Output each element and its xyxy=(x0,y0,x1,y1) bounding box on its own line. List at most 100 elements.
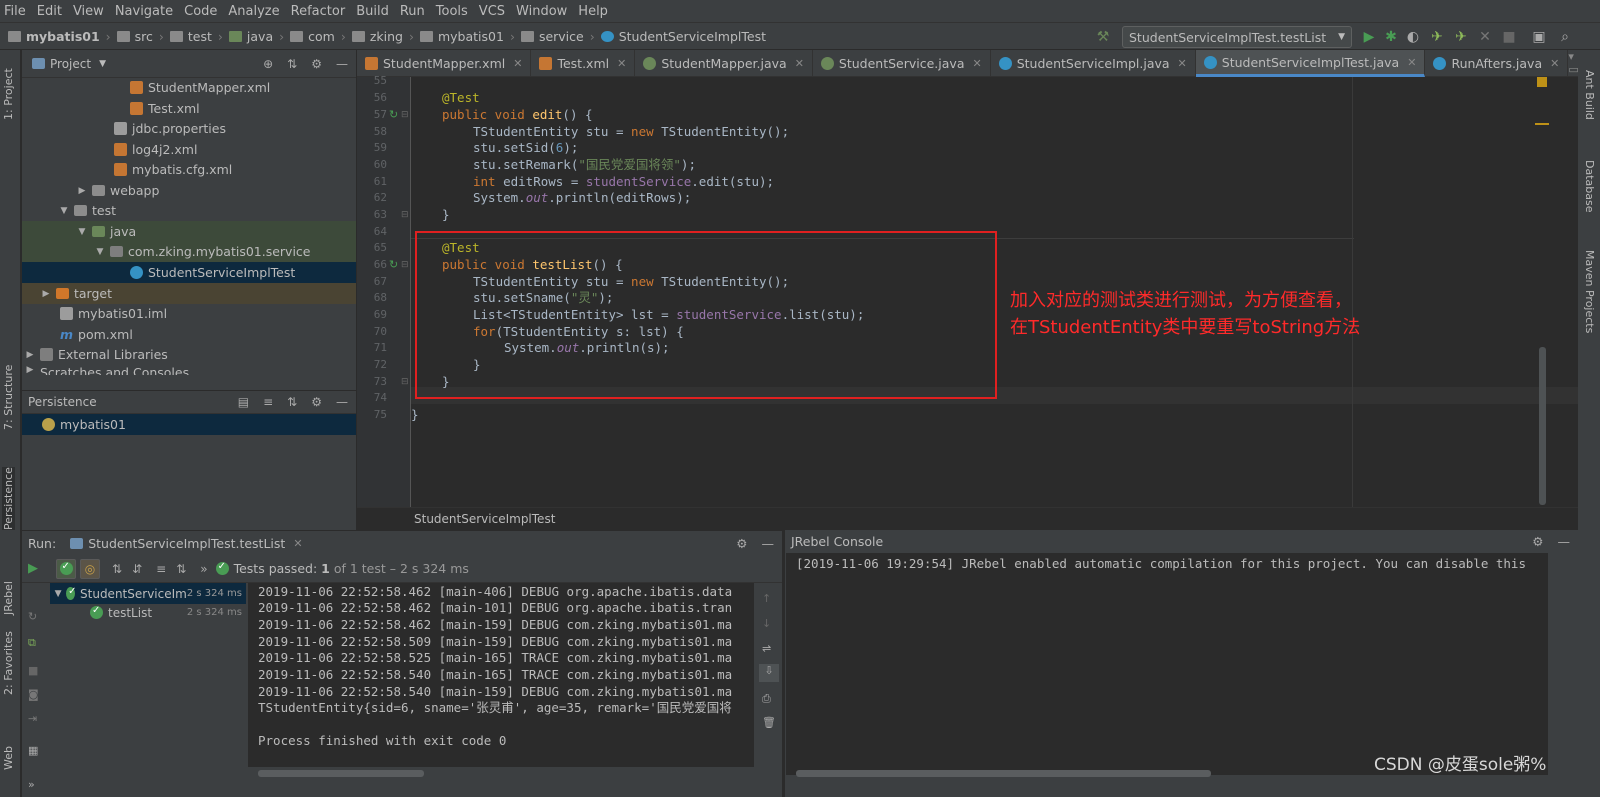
tab-test-xml[interactable]: Test.xml ✕ xyxy=(531,50,636,77)
chevron-down-icon[interactable]: ▼ xyxy=(99,59,106,69)
tree-item[interactable]: ▼ java xyxy=(22,221,356,242)
jrebel-console[interactable]: [2019-11-06 19:29:54] JRebel enabled aut… xyxy=(786,553,1548,775)
tab-studentservice-java[interactable]: StudentService.java ✕ xyxy=(813,50,991,77)
menu-edit[interactable]: Edit xyxy=(37,4,62,19)
chevron-right-icon[interactable]: ▶ xyxy=(40,289,52,299)
jrebel-tool-tab[interactable]: JRebel xyxy=(2,581,15,615)
tab-studentserviceimpl-java[interactable]: StudentServiceImpl.java ✕ xyxy=(991,50,1196,77)
horizontal-scrollbar[interactable] xyxy=(796,770,1211,777)
er-diagram-icon[interactable]: ▤ xyxy=(238,395,249,409)
project-structure-icon[interactable]: ▣ xyxy=(1530,28,1548,46)
ant-build-tool-tab[interactable]: Ant Build xyxy=(1583,70,1596,120)
maven-tool-tab[interactable]: Maven Projects xyxy=(1583,250,1596,333)
tree-item-selected[interactable]: StudentServiceImplTest xyxy=(22,262,356,283)
gear-icon[interactable]: ⚙ xyxy=(736,536,747,551)
gear-icon[interactable]: ⚙ xyxy=(311,395,322,409)
tree-item[interactable]: jdbc.properties xyxy=(22,118,356,139)
collapse-icon[interactable]: ⇅ xyxy=(287,57,297,71)
chevron-down-icon[interactable]: ▼ xyxy=(76,227,88,237)
build-icon[interactable]: ⚒ xyxy=(1094,28,1112,46)
run-tab[interactable]: StudentServiceImplTest.testList ✕ xyxy=(70,536,303,551)
menu-window[interactable]: Window xyxy=(516,4,567,19)
vertical-scrollbar[interactable] xyxy=(1539,347,1546,505)
tree-item[interactable]: StudentMapper.xml xyxy=(22,77,356,98)
menu-build[interactable]: Build xyxy=(356,4,389,19)
stop-icon[interactable]: ■ xyxy=(28,664,38,677)
close-icon[interactable]: ✕ xyxy=(293,537,302,550)
menu-help[interactable]: Help xyxy=(578,4,608,19)
breadcrumb-item[interactable]: test › xyxy=(169,29,223,44)
breadcrumb-item[interactable]: StudentServiceImplTest xyxy=(600,29,766,44)
minimize-icon[interactable]: — xyxy=(336,57,348,71)
scroll-to-end-icon[interactable]: ⇩ xyxy=(759,664,779,682)
stop-icon[interactable]: ■ xyxy=(1500,28,1518,46)
run-test-gutter-icon[interactable]: ↻ xyxy=(389,108,398,121)
tree-item[interactable]: ▶ Scratches and Consoles xyxy=(22,365,356,375)
minimize-icon[interactable]: — xyxy=(336,395,348,409)
close-icon[interactable]: ✕ xyxy=(1550,57,1559,70)
print-icon[interactable]: ⎙ xyxy=(762,692,771,706)
minimize-icon[interactable]: — xyxy=(762,536,775,551)
tree-item[interactable]: mybatis.cfg.xml xyxy=(22,159,356,180)
show-ignored-toggle[interactable]: ◎ xyxy=(80,558,100,579)
close-icon[interactable]: ✕ xyxy=(617,57,626,70)
horizontal-scrollbar[interactable] xyxy=(258,770,424,777)
collapse-all-icon[interactable]: ⇅ xyxy=(176,562,186,576)
tree-item[interactable]: ▶ target xyxy=(22,283,356,304)
chevron-right-icon[interactable]: ▶ xyxy=(24,365,36,375)
web-tool-tab[interactable]: Web xyxy=(2,746,15,770)
tab-runafters-java[interactable]: RunAfters.java ✕ xyxy=(1425,50,1569,77)
more-icon[interactable]: » xyxy=(200,562,207,576)
tab-studentmapper-xml[interactable]: StudentMapper.xml ✕ xyxy=(357,50,532,77)
breadcrumb-item[interactable]: zking › xyxy=(351,29,414,44)
menu-navigate[interactable]: Navigate xyxy=(115,4,173,19)
rerun-icon[interactable]: ▶ xyxy=(28,561,50,576)
chevron-down-icon[interactable]: ▼ xyxy=(54,589,62,599)
tree-item[interactable]: mybatis01.iml xyxy=(22,303,356,324)
breadcrumb-item[interactable]: com › xyxy=(290,29,346,44)
database-tool-tab[interactable]: Database xyxy=(1583,160,1596,213)
breadcrumb-item[interactable]: src › xyxy=(116,29,164,44)
locate-icon[interactable]: ⊕ xyxy=(263,57,273,71)
gear-icon[interactable]: ⚙ xyxy=(1532,534,1543,549)
structure-tool-tab[interactable]: 7: Structure xyxy=(2,365,15,430)
chevron-down-icon[interactable]: ▼ xyxy=(58,206,70,216)
close-icon[interactable]: ✕ xyxy=(795,57,804,70)
tab-studentmapper-java[interactable]: StudentMapper.java ✕ xyxy=(635,50,813,77)
trash-icon[interactable]: 🗑 xyxy=(762,716,776,729)
jrebel-run-icon[interactable]: ✈ xyxy=(1428,28,1446,46)
arrow-down-icon[interactable]: ↓ xyxy=(762,617,771,630)
expand-all-icon[interactable]: ≡ xyxy=(156,562,166,576)
menu-code[interactable]: Code xyxy=(184,4,217,19)
expand-icon[interactable]: ≡ xyxy=(263,395,273,409)
error-stripe-mark[interactable] xyxy=(1535,123,1549,125)
breadcrumb-item[interactable]: java › xyxy=(228,29,284,44)
close-icon[interactable]: ✕ xyxy=(1178,57,1187,70)
tree-item[interactable]: Test.xml xyxy=(22,98,356,119)
sort-alpha-icon[interactable]: ⇅ xyxy=(112,562,122,576)
sort-duration-icon[interactable]: ⇵ xyxy=(132,562,142,576)
tab-studentserviceimpltest-java[interactable]: StudentServiceImplTest.java ✕ xyxy=(1195,50,1426,77)
fold-icon[interactable]: ⊟ xyxy=(401,377,409,387)
persistence-tool-tab[interactable]: Persistence xyxy=(2,467,15,530)
warning-marker[interactable] xyxy=(1537,77,1547,87)
persistence-item[interactable]: mybatis01 xyxy=(22,414,356,435)
chevron-right-icon[interactable]: ▶ xyxy=(76,186,88,196)
project-tool-tab[interactable]: 1: Project xyxy=(2,68,15,120)
fold-icon[interactable]: ⊟ xyxy=(401,110,409,120)
breadcrumb-item[interactable]: service › xyxy=(520,29,595,44)
export-icon[interactable]: ⇥ xyxy=(28,712,37,725)
editor-breadcrumb-label[interactable]: StudentServiceImplTest xyxy=(414,512,555,526)
jrebel-debug-icon[interactable]: ✈ xyxy=(1452,28,1470,46)
close-icon[interactable]: ✕ xyxy=(513,57,522,70)
breadcrumb-item[interactable]: mybatis01 › xyxy=(8,29,111,44)
soft-wrap-icon[interactable]: ⇌ xyxy=(762,642,771,655)
collapse-icon[interactable]: ⇅ xyxy=(287,395,297,409)
run-test-gutter-icon[interactable]: ↻ xyxy=(389,258,398,271)
menu-tools[interactable]: Tools xyxy=(436,4,468,19)
tree-item[interactable]: ▶ External Libraries xyxy=(22,344,356,365)
attach-icon[interactable]: ✕ xyxy=(1476,28,1494,46)
more-icon[interactable]: » xyxy=(28,778,35,791)
show-passed-toggle[interactable] xyxy=(56,558,76,579)
menu-run[interactable]: Run xyxy=(400,4,425,19)
